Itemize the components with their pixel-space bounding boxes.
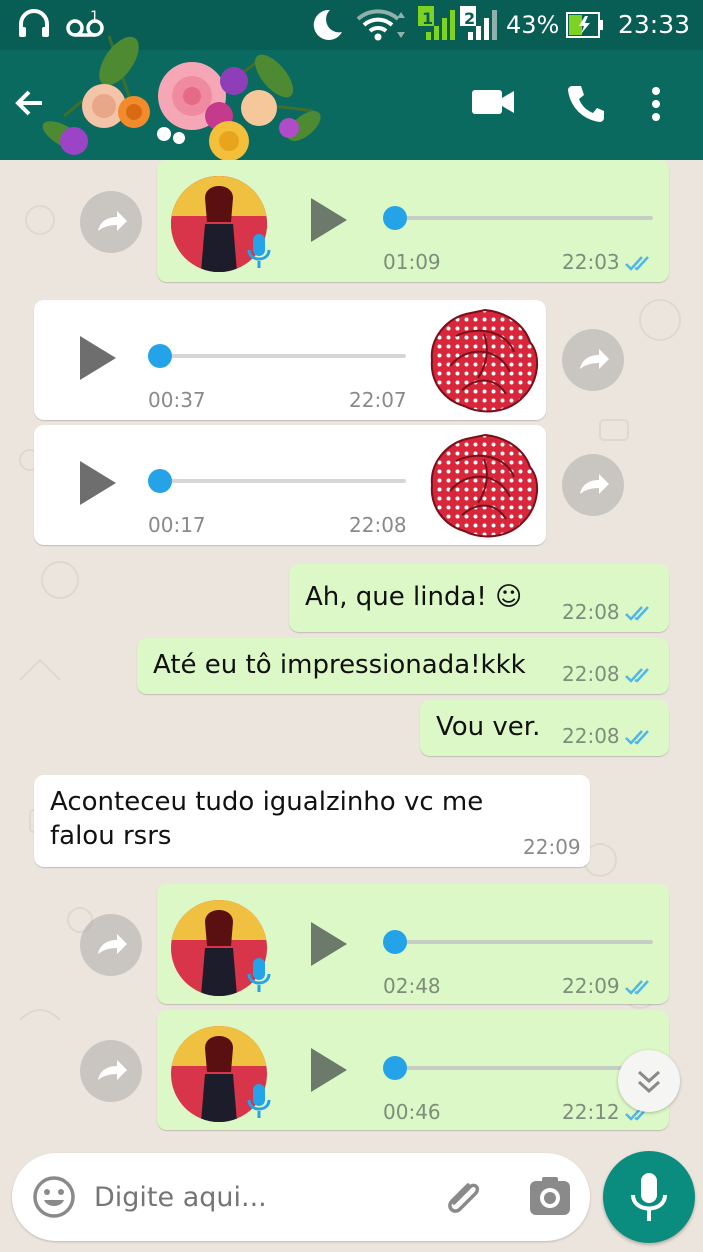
audio-progress-knob[interactable]	[383, 206, 407, 230]
play-icon[interactable]	[307, 920, 351, 968]
voice-duration: 01:09	[383, 250, 441, 274]
voice-duration: 00:37	[148, 388, 206, 412]
voice-duration: 02:48	[383, 974, 441, 998]
voice-message-out-2[interactable]: 02:48 22:09	[157, 884, 669, 1004]
message-text: Ah, que linda! ☺	[305, 582, 523, 612]
mic-badge-icon	[247, 1082, 271, 1124]
voice-message-in-1[interactable]: 00:37 22:07	[34, 300, 546, 420]
voice-duration: 00:46	[383, 1100, 441, 1124]
audio-progress-track[interactable]	[387, 940, 653, 944]
play-icon[interactable]	[76, 334, 120, 382]
sim2-label: 2	[464, 9, 476, 28]
message-time: 22:12	[562, 1100, 620, 1124]
message-time: 22:09	[562, 974, 620, 998]
message-input[interactable]	[94, 1175, 424, 1219]
message-time: 22:07	[349, 388, 407, 412]
wifi-icon	[356, 8, 408, 49]
chat-header	[0, 35, 703, 161]
camera-icon[interactable]	[528, 1175, 572, 1223]
text-message-in-1[interactable]: Aconteceu tudo igualzinho vc me falou rs…	[34, 775, 590, 867]
floral-avatar[interactable]	[24, 16, 324, 166]
forward-button[interactable]	[562, 454, 624, 516]
read-receipt-icon	[625, 606, 649, 621]
play-icon[interactable]	[76, 459, 120, 507]
message-time: 22:08	[562, 600, 620, 624]
message-list[interactable]: 01:09 22:03 00:37 22:07 00:17 22:08 Ah, …	[0, 160, 703, 1152]
message-time: 22:09	[523, 835, 581, 859]
mic-badge-icon	[247, 232, 271, 274]
message-text-line-1: Aconteceu tudo igualzinho vc me	[50, 787, 484, 817]
composer	[12, 1153, 590, 1241]
message-time: 22:08	[562, 662, 620, 686]
battery-charging-icon	[566, 12, 604, 45]
message-text-line-2: falou rsrs	[50, 821, 172, 851]
sim1-label: 1	[422, 9, 434, 28]
message-time: 22:03	[562, 250, 620, 274]
voice-duration: 00:17	[148, 513, 206, 537]
play-icon[interactable]	[307, 1046, 351, 1094]
audio-progress-knob[interactable]	[383, 930, 407, 954]
message-time: 22:08	[562, 724, 620, 748]
scroll-to-bottom-button[interactable]	[618, 1050, 680, 1112]
attach-icon[interactable]	[440, 1173, 488, 1225]
read-receipt-icon	[625, 980, 649, 995]
rose-avatar	[426, 306, 544, 416]
message-time: 22:08	[349, 513, 407, 537]
audio-progress-track[interactable]	[387, 1066, 653, 1070]
audio-progress-track[interactable]	[154, 479, 406, 483]
forward-button[interactable]	[80, 914, 142, 976]
more-vert-icon[interactable]	[650, 86, 662, 126]
message-text: Até eu tô impressionada!kkk	[153, 650, 526, 680]
audio-progress-knob[interactable]	[383, 1056, 407, 1080]
phone-call-icon[interactable]	[568, 84, 604, 126]
forward-button[interactable]	[80, 191, 142, 253]
record-voice-button[interactable]	[603, 1151, 695, 1243]
emoji-icon[interactable]	[32, 1175, 76, 1223]
audio-progress-knob[interactable]	[148, 469, 172, 493]
audio-progress-knob[interactable]	[148, 344, 172, 368]
text-message-out-2[interactable]: Até eu tô impressionada!kkk 22:08	[137, 638, 669, 694]
audio-progress-track[interactable]	[387, 216, 653, 220]
read-receipt-icon	[625, 730, 649, 745]
clock: 23:33	[618, 10, 691, 39]
voice-message-in-2[interactable]: 00:17 22:08	[34, 425, 546, 545]
video-call-icon[interactable]	[472, 88, 514, 120]
mic-badge-icon	[247, 956, 271, 998]
voice-message-out-1[interactable]: 01:09 22:03	[157, 160, 669, 282]
double-chevron-down-icon	[637, 1070, 661, 1094]
forward-button[interactable]	[80, 1040, 142, 1102]
rose-avatar	[426, 431, 544, 541]
mic-icon	[631, 1173, 667, 1221]
play-icon[interactable]	[307, 196, 351, 244]
battery-percent: 43%	[506, 11, 560, 39]
text-message-out-1[interactable]: Ah, que linda! ☺ 22:08	[289, 564, 669, 632]
read-receipt-icon	[625, 668, 649, 683]
audio-progress-track[interactable]	[154, 354, 406, 358]
voice-message-out-3[interactable]: 00:46 22:12	[157, 1010, 669, 1130]
read-receipt-icon	[625, 256, 649, 271]
message-text: Vou ver.	[436, 712, 541, 742]
forward-button[interactable]	[562, 329, 624, 391]
text-message-out-3[interactable]: Vou ver. 22:08	[420, 700, 669, 756]
